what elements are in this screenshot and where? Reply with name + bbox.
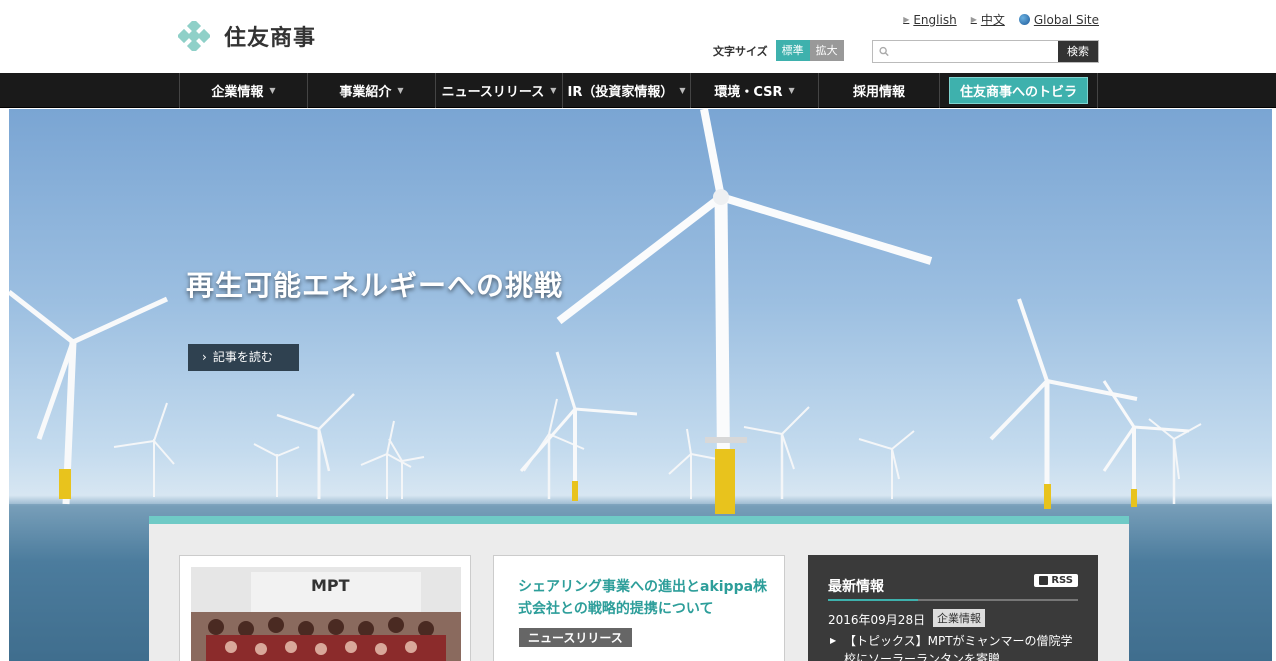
read-article-label: 記事を読む <box>212 350 273 364</box>
font-size-standard-button[interactable]: 標準 <box>775 40 810 61</box>
news-release-tag: ニュースリリース <box>519 628 632 647</box>
chevron-down-icon: ▼ <box>550 86 557 95</box>
chinese-link-label: 中文 <box>980 13 1005 27</box>
chinese-link[interactable]: ▶ 中文 <box>971 11 1005 28</box>
global-nav: 企業情報 ▼ 事業紹介 ▼ ニュースリリース ▼ IR（投資家情報） ▼ 環境・CSR ▼… <box>0 73 1276 108</box>
nav-item-corporate[interactable]: 企業情報 ▼ <box>179 73 307 108</box>
photo-card[interactable]: MPT <box>179 555 471 661</box>
chevron-down-icon: ▼ <box>269 86 276 95</box>
site-search: 検索 <box>872 40 1099 63</box>
news-date: 2016年09月28日 <box>828 613 926 627</box>
logo-text: 住友商事 <box>224 26 317 51</box>
global-site-link[interactable]: Global Site <box>1018 11 1099 28</box>
rss-label: RSS <box>1051 575 1073 586</box>
latest-news-heading: 最新情報 <box>828 579 884 595</box>
chevron-right-icon: ▶ <box>903 15 910 24</box>
search-input[interactable] <box>893 45 1058 58</box>
latest-news-card: 最新情報 RSS 2016年09月28日 企業情報 ▶ 【トピックス】MPTがミャ… <box>808 555 1098 661</box>
nav-item-label: 採用情報 <box>852 85 905 100</box>
font-size-large-button[interactable]: 拡大 <box>809 40 844 61</box>
nav-item-csr[interactable]: 環境・CSR ▼ <box>690 73 818 108</box>
nav-item-label: IR（投資家情報） <box>567 85 674 100</box>
site-header: 住友商事 ▶ English ▶ 中文 Global Site 文字サイズ 標準 拡… <box>0 0 1276 73</box>
nav-item-label: ニュースリリース <box>441 85 545 100</box>
sumitomo-logo-mark-icon <box>176 18 212 54</box>
content-panel: MPT シェアリング事業への進出とakippa株式会社との戦略的提携について ニ… <box>149 516 1129 661</box>
search-button[interactable]: 検索 <box>1058 41 1098 62</box>
search-field-wrapper <box>873 41 1058 62</box>
feature-news-card[interactable]: シェアリング事業への進出とakippa株式会社との戦略的提携について ニュースリ… <box>493 555 785 661</box>
nav-item-label: 事業紹介 <box>339 85 392 100</box>
feature-news-title[interactable]: シェアリング事業への進出とakippa株式会社との戦略的提携について <box>518 576 768 620</box>
globe-icon <box>1018 14 1030 25</box>
nav-item-tobira: 住友商事へのトビラ <box>939 73 1098 108</box>
rss-icon <box>1039 576 1049 585</box>
read-article-button[interactable]: › 記事を読む <box>188 344 299 371</box>
rss-button[interactable]: RSS <box>1034 574 1078 587</box>
chevron-right-icon: ▶ <box>830 636 837 645</box>
chevron-right-icon: › <box>202 350 207 364</box>
site-logo[interactable]: 住友商事 <box>176 18 317 54</box>
nav-item-recruit[interactable]: 採用情報 <box>818 73 939 108</box>
chevron-right-icon: ▶ <box>970 15 977 24</box>
global-site-link-label: Global Site <box>1033 12 1099 27</box>
font-size-label: 文字サイズ <box>713 44 768 58</box>
nav-item-label: 環境・CSR <box>714 85 783 100</box>
hero-title: 再生可能エネルギーへの挑戦 <box>186 269 564 302</box>
chevron-down-icon: ▼ <box>679 86 686 95</box>
top-links: ▶ English ▶ 中文 Global Site <box>903 11 1099 28</box>
nav-item-ir[interactable]: IR（投資家情報） ▼ <box>562 73 690 108</box>
news-photo: MPT <box>191 567 461 661</box>
latest-news-divider <box>828 599 1078 601</box>
font-size-switcher: 文字サイズ 標準 拡大 <box>713 40 844 61</box>
nav-item-label: 企業情報 <box>211 85 264 100</box>
latest-news-item-text: 【トピックス】MPTがミャンマーの僧院学校にソーラーランタンを寄贈 <box>844 634 1073 661</box>
search-icon <box>879 46 889 57</box>
svg-text:MPT: MPT <box>311 576 350 595</box>
latest-news-item[interactable]: ▶ 【トピックス】MPTがミャンマーの僧院学校にソーラーランタンを寄贈 <box>828 632 1083 661</box>
news-category-badge: 企業情報 <box>933 609 985 627</box>
chevron-down-icon: ▼ <box>397 86 404 95</box>
tobira-button[interactable]: 住友商事へのトビラ <box>948 77 1088 104</box>
chevron-down-icon: ▼ <box>788 86 795 95</box>
nav-item-news[interactable]: ニュースリリース ▼ <box>435 73 562 108</box>
english-link[interactable]: ▶ English <box>903 11 957 28</box>
english-link-label: English <box>913 12 957 27</box>
nav-item-business[interactable]: 事業紹介 ▼ <box>307 73 435 108</box>
global-nav-items: 企業情報 ▼ 事業紹介 ▼ ニュースリリース ▼ IR（投資家情報） ▼ 環境・CSR ▼… <box>179 73 1098 108</box>
